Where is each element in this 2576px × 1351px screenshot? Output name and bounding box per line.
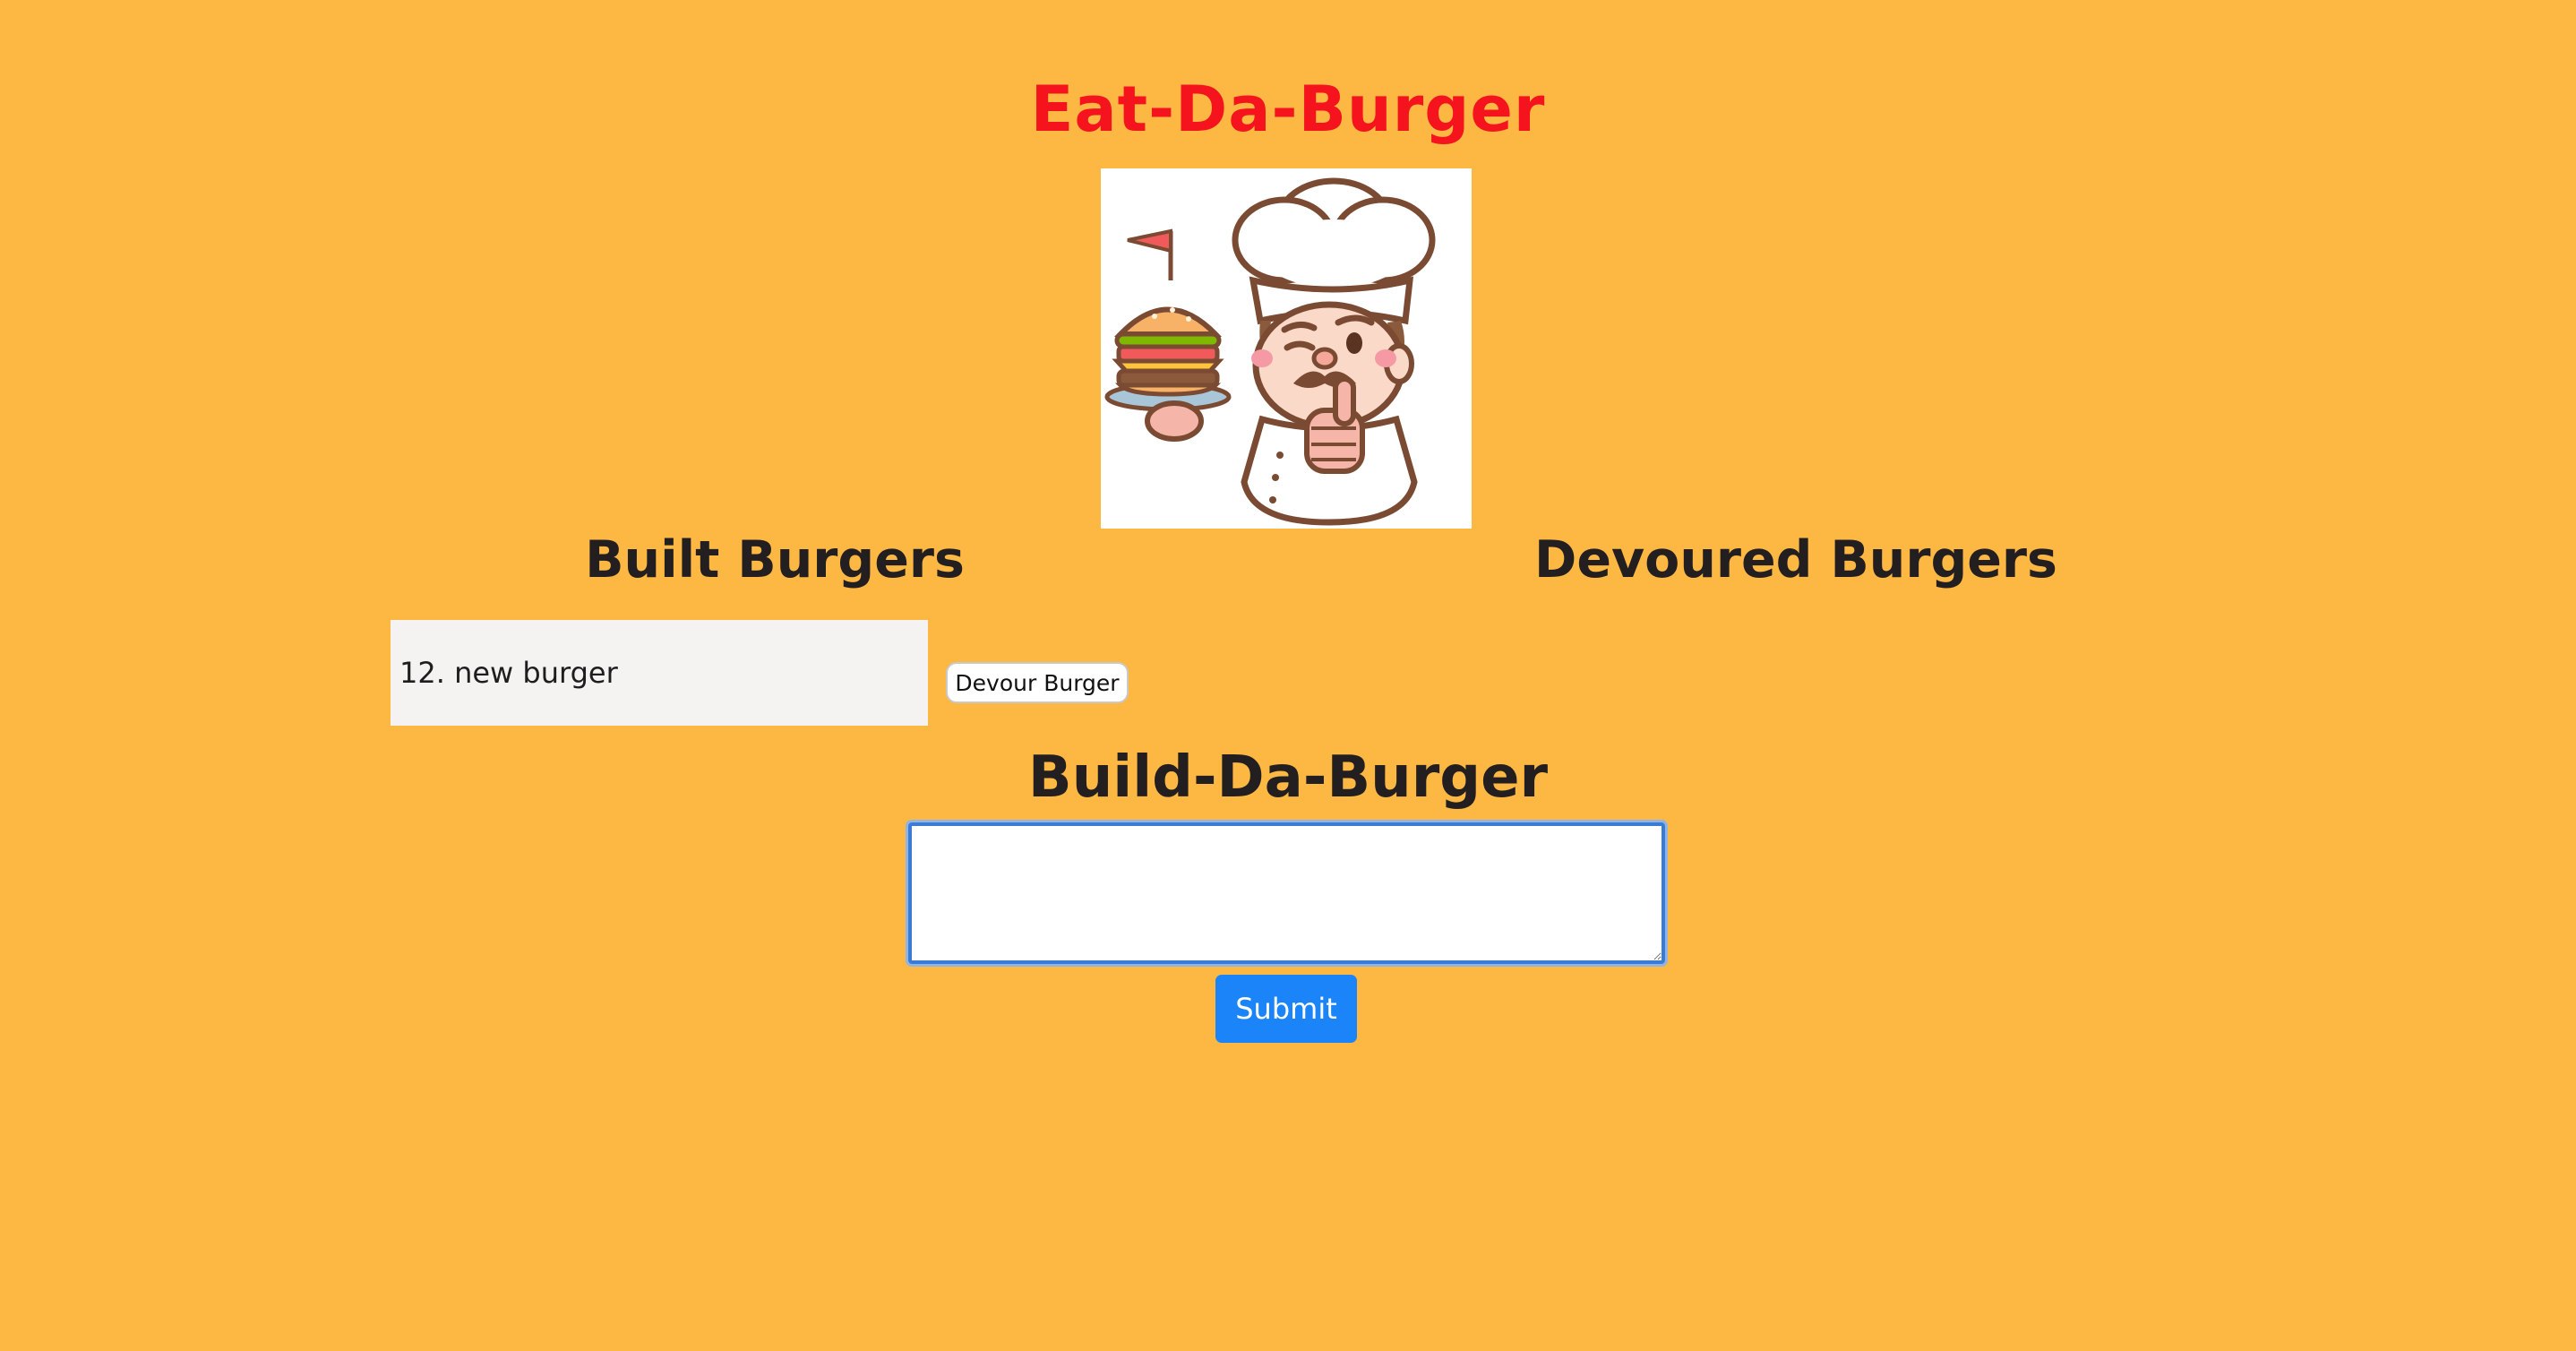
burger-name-textarea[interactable]	[906, 820, 1668, 967]
devoured-burgers-heading: Devoured Burgers	[1534, 530, 2057, 589]
build-burger-heading: Build-Da-Burger	[1027, 744, 1549, 811]
built-burgers-heading: Built Burgers	[585, 530, 965, 589]
page-title: Eat-Da-Burger	[1030, 73, 1546, 146]
submit-button[interactable]: Submit	[1215, 975, 1357, 1043]
built-burger-item: 12. new burger	[391, 620, 928, 726]
devour-burger-button[interactable]: Devour Burger	[946, 662, 1129, 703]
chef-holding-burger-icon	[1101, 168, 1472, 529]
